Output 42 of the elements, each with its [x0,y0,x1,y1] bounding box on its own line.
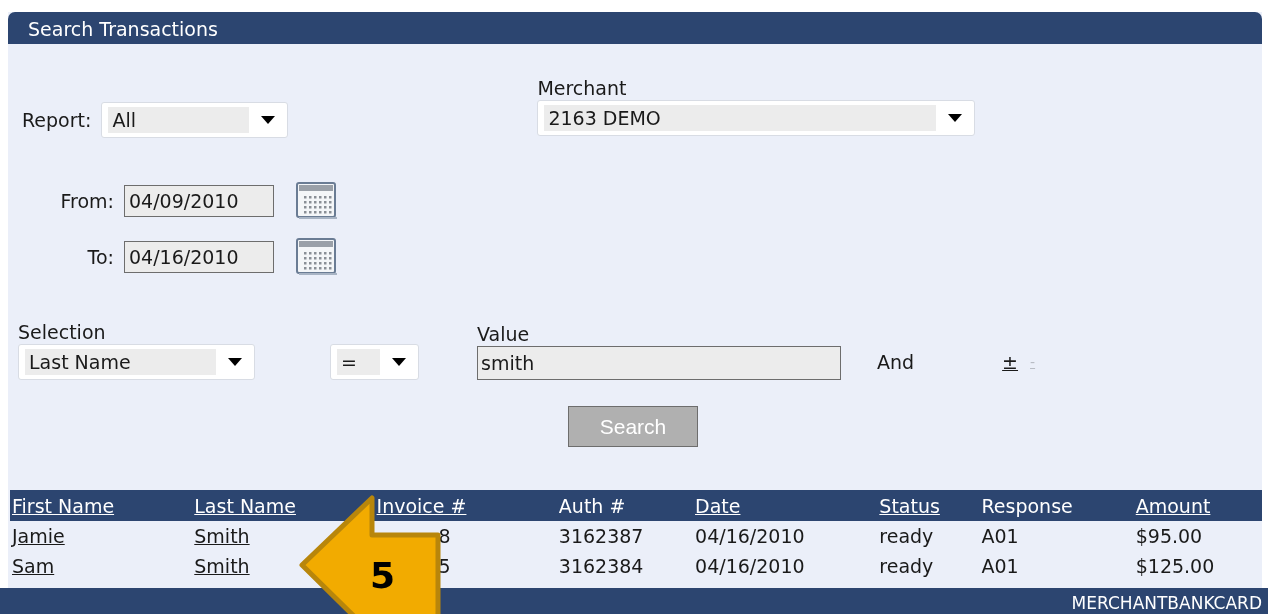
table-cell: 04/16/2010 [695,555,805,577]
dropdown-caret-icon [261,116,276,124]
field-label: Merchant [537,76,628,100]
calendar-icon[interactable] [296,238,338,276]
table-cell: 8 [438,525,451,547]
field-label: Value [477,322,531,346]
footer-bar: MERCHANTBANKCARD [0,588,1268,614]
date-field[interactable]: 04/16/2010 [124,241,274,273]
table-cell: $125.00 [1135,555,1215,577]
column-header: Response [981,494,1073,517]
selection-dropdown[interactable]: Last Name [18,344,255,380]
value-field[interactable]: smith [477,346,841,380]
table-cell: ready [879,525,934,547]
table-cell: ready [879,555,934,577]
report-dropdown[interactable]: All [101,102,289,138]
table-cell: 5 [438,555,451,577]
date-field[interactable]: 04/09/2010 [124,185,274,217]
field-label: Selection [18,320,107,344]
name-link[interactable]: Sam [12,555,55,577]
field-label: Report: [22,109,92,131]
table-cell: $95.00 [1135,525,1203,547]
operator-dropdown[interactable]: = [330,344,419,380]
dropdown-caret-icon [228,358,242,366]
add-criteria-link[interactable]: ± [1002,344,1019,380]
table-cell: A01 [981,555,1019,577]
calendar-icon[interactable] [296,182,338,220]
table-cell: A01 [981,525,1019,547]
field-label: From: [59,190,114,212]
dropdown-caret-icon [948,114,963,122]
column-header: Auth # [558,494,626,517]
name-link[interactable]: Smith [194,555,250,577]
column-header[interactable]: Date [695,494,741,517]
dropdown-caret-icon [392,358,406,366]
name-link[interactable]: Jamie [12,525,65,547]
panel-title: Search Transactions [8,12,1262,44]
table-cell: 04/16/2010 [695,525,805,547]
joiner-label: And [877,350,915,375]
table-cell: 3162384 [558,555,644,577]
table-cell: 3162387 [558,525,644,547]
merchant-dropdown[interactable]: 2163 DEMO [537,100,976,136]
name-link[interactable]: Smith [194,525,250,547]
field-label: To: [86,246,114,268]
